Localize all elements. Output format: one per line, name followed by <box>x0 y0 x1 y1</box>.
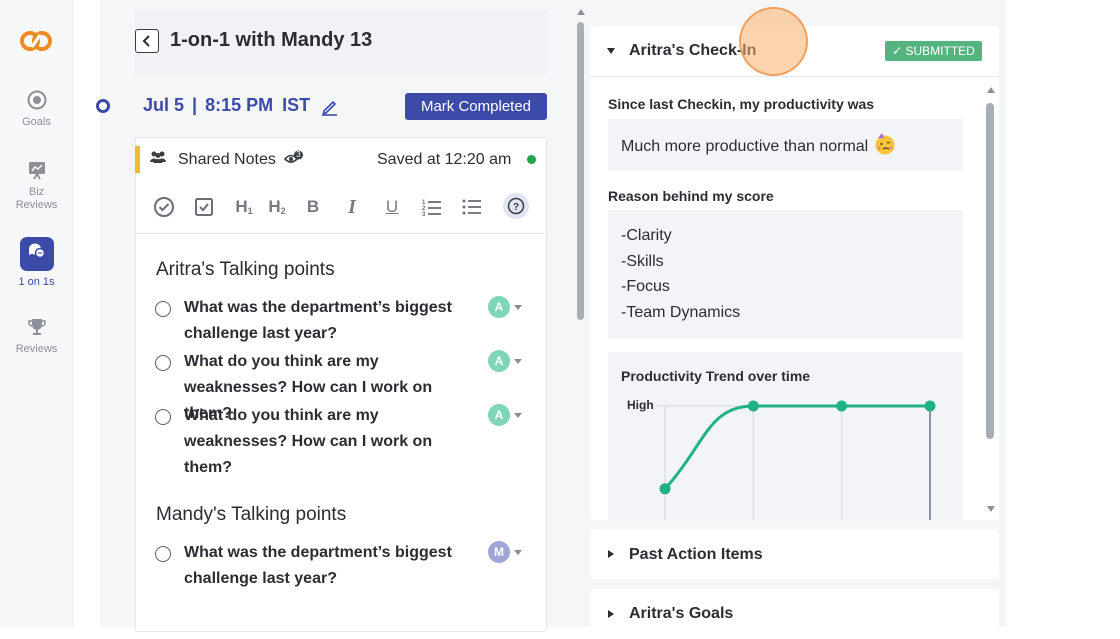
sidebar-item-label: 1 on 1s <box>18 276 55 288</box>
edit-datetime-button[interactable] <box>321 98 338 121</box>
back-button[interactable] <box>135 29 159 53</box>
answer-list: -Clarity -Skills -Focus -Team Dynamics <box>621 223 740 325</box>
talking-points-heading: Aritra's Talking points <box>156 259 335 280</box>
check-circle-icon[interactable] <box>153 196 175 218</box>
heading-1-icon[interactable]: H1 <box>231 196 257 218</box>
scroll-down-arrow[interactable] <box>987 506 995 512</box>
scroll-up-arrow[interactable] <box>577 9 585 15</box>
data-point <box>836 400 848 412</box>
talking-point-checkbox[interactable] <box>155 301 171 317</box>
main-scrollbar-thumb[interactable] <box>577 22 584 320</box>
answer-line: -Skills <box>621 252 664 270</box>
chat-bubbles-icon <box>28 243 45 259</box>
expand-caret-icon[interactable] <box>608 610 614 618</box>
cursor-highlight <box>739 7 808 76</box>
avatar: A <box>488 350 510 372</box>
panel-title[interactable]: Aritra's Goals <box>629 605 733 623</box>
trophy-icon <box>27 319 46 335</box>
viewers-count-badge: 3 <box>296 150 301 159</box>
scroll-up-arrow[interactable] <box>987 87 995 93</box>
talking-point-checkbox[interactable] <box>155 355 171 371</box>
chart-title: Productivity Trend over time <box>621 368 811 384</box>
talking-point-checkbox[interactable] <box>155 546 171 562</box>
ordered-list-icon[interactable]: 123 <box>421 196 443 218</box>
avatar: A <box>488 296 510 318</box>
checkin-title[interactable]: Aritra's Check-In <box>629 42 756 60</box>
series-line <box>663 404 930 490</box>
pencil-icon <box>322 100 337 116</box>
data-point <box>659 483 671 495</box>
shared-notes-title: Shared Notes <box>178 151 276 168</box>
expand-caret-icon[interactable] <box>608 550 614 558</box>
sidebar-item-biz-reviews[interactable]: Biz Reviews <box>0 160 73 212</box>
target-icon <box>27 90 46 110</box>
sidebar-item-1-on-1s[interactable]: 1 on 1s <box>0 237 73 288</box>
sidebar-item-label: Biz Reviews <box>15 186 58 211</box>
series-points <box>659 400 936 495</box>
talking-point-text[interactable]: What was the department’s biggest challe… <box>184 295 484 347</box>
bold-icon[interactable]: B <box>302 196 324 218</box>
heading-2-icon[interactable]: H2 <box>264 196 290 218</box>
underline-icon[interactable]: U <box>381 196 403 218</box>
meeting-timezone: IST <box>282 95 311 115</box>
meeting-time: 8:15 PM <box>205 95 274 115</box>
data-point <box>924 400 936 412</box>
talking-point-checkbox[interactable] <box>155 409 171 425</box>
editor-toolbar: H1 H2 B I U 123 ? <box>136 188 546 234</box>
panel-title[interactable]: Past Action Items <box>629 546 763 564</box>
notes-accent-bar <box>135 146 140 173</box>
left-navigation-rail: Goals Biz Reviews 1 on 1s Reviews <box>0 0 73 627</box>
avatar: A <box>488 404 510 426</box>
sidebar-item-label: Goals <box>22 116 51 128</box>
chevron-left-icon <box>142 35 150 47</box>
question-label: Since last Checkin, my productivity was <box>608 96 875 112</box>
chevron-down-icon[interactable] <box>514 550 522 555</box>
answer-value: Much more productive than normal <box>621 138 869 155</box>
chevron-down-icon[interactable] <box>514 359 522 364</box>
app-logo[interactable] <box>19 27 53 60</box>
chevron-down-icon[interactable] <box>514 305 522 310</box>
timeline-dot <box>96 99 110 113</box>
y-tick-label: High <box>627 398 654 412</box>
answer-line: -Clarity <box>621 227 672 244</box>
italic-icon[interactable]: I <box>341 196 363 218</box>
talking-point-text[interactable]: What do you think are my weaknesses? How… <box>184 403 484 481</box>
answer-line: -Focus <box>621 278 670 295</box>
party-face-emoji-icon <box>873 132 897 165</box>
meeting-datetime: Jul 5 | 8:15 PM IST <box>143 95 310 116</box>
answer-text: Much more productive than normal <box>621 132 897 165</box>
help-icon[interactable]: ? <box>503 193 529 219</box>
status-badge: ✓ SUBMITTED <box>885 41 982 61</box>
chevron-down-icon[interactable] <box>514 413 522 418</box>
viewers-indicator[interactable]: 3 <box>283 150 304 171</box>
checkin-scrollbar-thumb[interactable] <box>986 103 994 439</box>
sidebar-item-reviews[interactable]: Reviews <box>0 317 73 355</box>
answer-line: -Team Dynamics <box>621 303 741 321</box>
sidebar-item-label: Reviews <box>15 343 58 355</box>
avatar: M <box>488 541 510 563</box>
talking-points-heading: Mandy's Talking points <box>156 504 347 525</box>
bullet-list-icon[interactable] <box>461 196 483 218</box>
mark-completed-button[interactable]: Mark Completed <box>405 93 547 120</box>
productivity-trend-chart: High <box>627 398 936 520</box>
data-point <box>747 400 759 412</box>
separator: | <box>192 95 198 115</box>
page-title: 1-on-1 with Mandy 13 <box>170 29 373 51</box>
saved-status: Saved at 12:20 am <box>377 151 512 168</box>
chart-grid <box>656 405 931 520</box>
sidebar-item-goals[interactable]: Goals <box>0 90 73 128</box>
svg-text:?: ? <box>513 202 519 213</box>
active-item-background <box>19 237 54 271</box>
question-label: Reason behind my score <box>608 188 774 204</box>
saved-status-dot <box>527 155 536 164</box>
talking-point-text[interactable]: What was the department’s biggest challe… <box>184 540 484 592</box>
people-icon <box>149 150 167 169</box>
svg-text:3: 3 <box>422 212 426 216</box>
chart-board-icon <box>28 162 45 180</box>
checkbox-icon[interactable] <box>193 196 215 218</box>
divider <box>590 76 999 77</box>
collapse-caret-icon[interactable] <box>607 48 615 54</box>
meeting-date: Jul 5 <box>143 95 185 115</box>
